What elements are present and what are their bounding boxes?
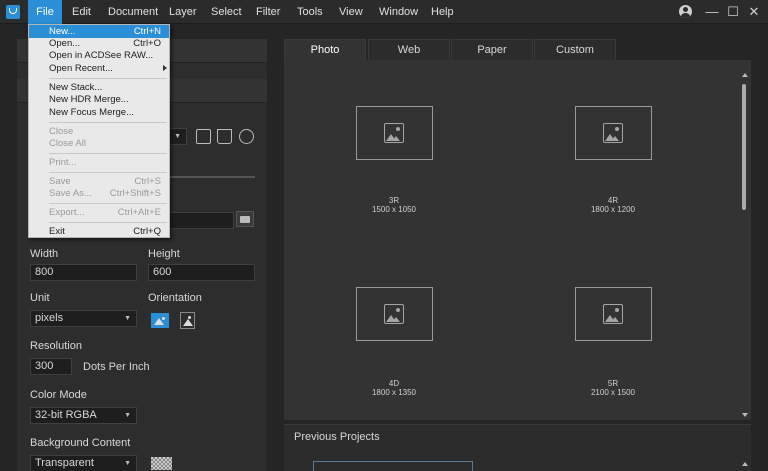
preset-name: 4D <box>388 379 400 388</box>
background-content-label: Background Content <box>30 437 131 449</box>
tab-custom[interactable]: Custom <box>534 39 616 60</box>
preset-thumbnail[interactable] <box>575 287 652 341</box>
menu-item-open-recent[interactable]: Open Recent... <box>29 62 169 75</box>
scrollbar-thumb[interactable] <box>742 84 746 210</box>
tab-photo[interactable]: Photo <box>284 39 366 60</box>
height-label: Height <box>148 248 180 260</box>
menu-help[interactable]: Help <box>431 0 454 24</box>
menu-file[interactable]: File <box>28 0 62 24</box>
preset-select[interactable]: ▼ <box>167 128 187 145</box>
close-icon[interactable]: ✕ <box>746 4 762 20</box>
height-input[interactable]: 600 <box>148 264 255 281</box>
image-icon <box>603 304 623 324</box>
divider <box>167 176 255 178</box>
tab-paper[interactable]: Paper <box>451 39 533 60</box>
preset-dimensions: 1800 x 1350 <box>371 388 417 397</box>
menu-bar: File Edit Document Layer Select Filter T… <box>0 0 768 24</box>
menu-item-close-all[interactable]: Close All <box>29 137 169 150</box>
menu-layer[interactable]: Layer <box>169 0 197 24</box>
preset-dimensions: 2100 x 1500 <box>590 388 636 397</box>
menu-view[interactable]: View <box>339 0 363 24</box>
preset-thumbnail[interactable] <box>356 287 433 341</box>
unit-value: pixels <box>35 312 64 324</box>
menu-filter[interactable]: Filter <box>256 0 280 24</box>
menu-window[interactable]: Window <box>379 0 418 24</box>
minimize-icon[interactable]: — <box>704 4 720 20</box>
scroll-up-icon[interactable] <box>742 462 748 466</box>
menu-item-save-as[interactable]: Save As... Ctrl+Shift+S <box>29 187 169 200</box>
resolution-input[interactable]: 300 <box>30 358 72 375</box>
menu-select[interactable]: Select <box>211 0 242 24</box>
scroll-up-icon[interactable] <box>742 73 748 77</box>
preset-thumbnail[interactable] <box>575 106 652 160</box>
background-content-value: Transparent <box>35 457 94 469</box>
menu-item-new-hdr-merge[interactable]: New HDR Merge... <box>29 93 169 106</box>
delete-preset-icon[interactable] <box>217 129 232 144</box>
menu-separator <box>49 172 167 173</box>
previous-projects-title: Previous Projects <box>294 431 380 443</box>
previous-projects-panel: Previous Projects <box>284 424 751 471</box>
menu-item-exit[interactable]: Exit Ctrl+Q <box>29 225 169 238</box>
landscape-orientation-button[interactable] <box>151 313 169 328</box>
preset-category-tabs: Photo Web Paper Custom <box>284 39 751 60</box>
tab-web[interactable]: Web <box>368 39 450 60</box>
submenu-arrow-icon <box>163 65 167 71</box>
menu-separator <box>49 122 167 123</box>
menu-item-new-focus-merge[interactable]: New Focus Merge... <box>29 106 169 119</box>
color-mode-value: 32-bit RGBA <box>35 409 97 421</box>
background-content-select[interactable]: Transparent ▼ <box>30 455 137 471</box>
menu-separator <box>49 153 167 154</box>
menu-separator <box>49 222 167 223</box>
preset-dimensions: 1500 x 1050 <box>371 205 417 214</box>
location-input[interactable] <box>167 212 234 229</box>
menu-item-export[interactable]: Export... Ctrl+Alt+E <box>29 206 169 219</box>
menu-edit[interactable]: Edit <box>72 0 91 24</box>
preset-thumbnail[interactable] <box>356 106 433 160</box>
orientation-label: Orientation <box>148 292 202 304</box>
width-label: Width <box>30 248 59 260</box>
maximize-icon[interactable]: ☐ <box>725 4 741 20</box>
transparency-swatch[interactable] <box>151 457 172 470</box>
menu-item-print[interactable]: Print... <box>29 156 169 169</box>
browse-folder-icon[interactable] <box>236 211 254 227</box>
image-icon <box>384 304 404 324</box>
image-icon <box>384 123 404 143</box>
unit-label: Unit <box>30 292 50 304</box>
preset-name: 4R <box>607 196 619 205</box>
color-mode-select[interactable]: 32-bit RGBA ▼ <box>30 407 137 424</box>
unit-select[interactable]: pixels ▼ <box>30 310 137 327</box>
app-logo-icon[interactable] <box>6 5 20 19</box>
menu-tools[interactable]: Tools <box>297 0 323 24</box>
menu-document[interactable]: Document <box>108 0 158 24</box>
width-input[interactable]: 800 <box>30 264 137 281</box>
preset-name: 3R <box>388 196 400 205</box>
save-preset-icon[interactable] <box>196 129 211 144</box>
color-mode-label: Color Mode <box>30 389 87 401</box>
user-account-icon[interactable] <box>679 5 692 18</box>
resolution-label: Resolution <box>30 340 82 352</box>
preset-name: 5R <box>607 379 619 388</box>
menu-separator <box>49 203 167 204</box>
image-icon <box>603 123 623 143</box>
refresh-preset-icon[interactable] <box>239 129 254 144</box>
preset-grid: 3R 1500 x 1050 4R 1800 x 1200 4D 1800 x … <box>284 60 751 420</box>
preset-dimensions: 1800 x 1200 <box>590 205 636 214</box>
menu-separator <box>49 78 167 79</box>
portrait-orientation-button[interactable] <box>180 312 195 329</box>
previous-project-item[interactable] <box>313 461 473 471</box>
menu-item-open-acdsee-raw[interactable]: Open in ACDSee RAW... <box>29 49 169 62</box>
file-menu-dropdown: New... Ctrl+N Open... Ctrl+O Open in ACDSe… <box>28 24 170 238</box>
resolution-unit-label: Dots Per Inch <box>83 361 150 373</box>
scroll-down-icon[interactable] <box>742 413 748 417</box>
